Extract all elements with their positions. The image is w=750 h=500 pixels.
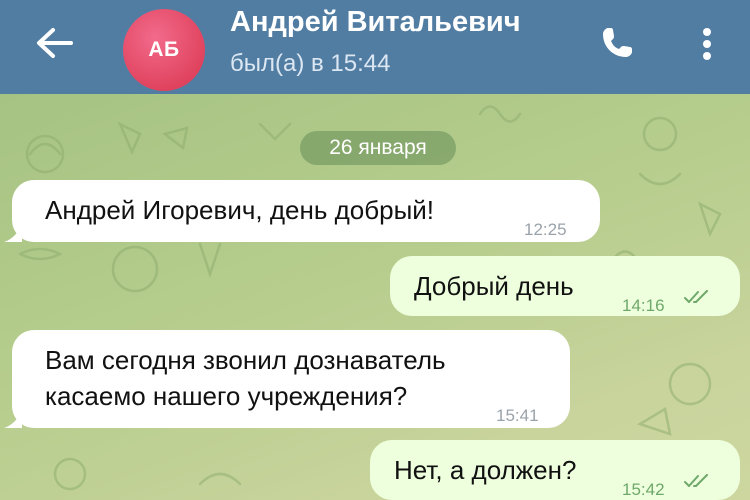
bubble-tail: [4, 410, 22, 428]
message-bubble-incoming[interactable]: Андрей Игоревич, день добрый! 12:25: [12, 180, 600, 242]
message-text: Андрей Игоревич, день добрый!: [45, 195, 435, 225]
double-check-icon: [684, 290, 708, 303]
message-time: 15:42: [622, 480, 665, 499]
avatar[interactable]: АБ: [123, 9, 205, 91]
message-text-line: касаемо нашего учреждения?: [45, 381, 408, 411]
contact-status: был(а) в 15:44: [230, 50, 391, 77]
message-text-line: Вам сегодня звонил дознаватель: [45, 345, 446, 375]
bubble-tail: [4, 224, 22, 242]
message-bubble-incoming[interactable]: Вам сегодня звонил дознаватель касаемо н…: [12, 330, 570, 428]
vertical-dots-icon[interactable]: [690, 24, 724, 64]
message-text: Добрый день: [414, 271, 574, 301]
message-time: 14:16: [622, 296, 665, 315]
date-separator: 26 января: [300, 131, 456, 165]
message-bubble-outgoing[interactable]: Добрый день 14:16: [390, 256, 740, 316]
chat-area[interactable]: 26 января Андрей Игоревич, день добрый! …: [0, 94, 750, 500]
date-text: 26 января: [329, 136, 427, 159]
message-text: Нет, а должен?: [394, 455, 577, 485]
message-bubble-outgoing[interactable]: Нет, а должен? 15:42: [370, 440, 740, 500]
arrow-left-icon[interactable]: [33, 25, 75, 61]
name-fade: [552, 8, 592, 44]
avatar-initials: АБ: [148, 38, 180, 61]
contact-name[interactable]: Андрей Витальевич: [230, 6, 521, 39]
message-time: 12:25: [524, 220, 567, 239]
phone-icon[interactable]: [597, 23, 637, 63]
message-time: 15:41: [496, 406, 539, 425]
double-check-icon: [684, 474, 708, 487]
chat-header: АБ Андрей Витальевич был(а) в 15:44: [0, 0, 750, 94]
